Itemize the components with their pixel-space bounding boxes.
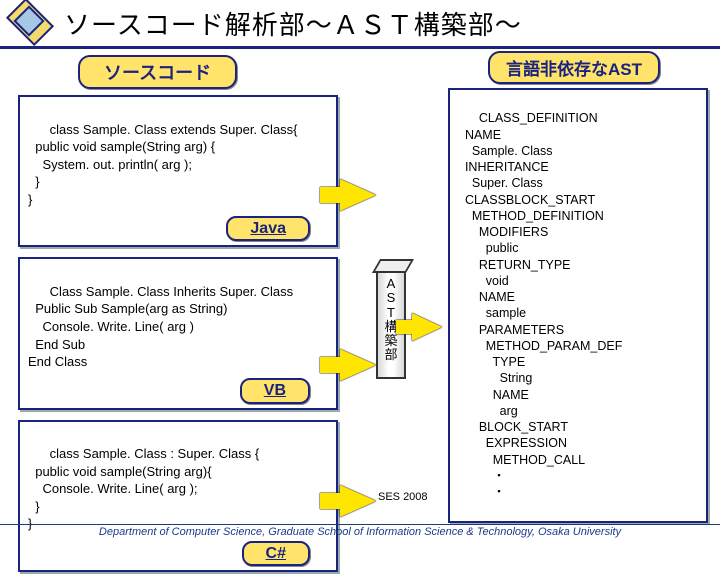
- code-text: Class Sample. Class Inherits Super. Clas…: [28, 284, 293, 369]
- ast-output-badge: 言語非依存なAST: [488, 51, 660, 84]
- code-text: class Sample. Class extends Super. Class…: [28, 122, 298, 207]
- logo-icon: [8, 4, 52, 42]
- ses-label: SES 2008: [378, 491, 428, 503]
- ast-tree-box: CLASS_DEFINITION NAME Sample. Class INHE…: [448, 88, 708, 523]
- footer-text: Department of Computer Science, Graduate…: [0, 524, 720, 538]
- code-box-csharp: class Sample. Class : Super. Class { pub…: [18, 420, 338, 572]
- lang-tag-vb: VB: [240, 378, 310, 404]
- source-code-column: ソースコード class Sample. Class extends Super…: [18, 55, 338, 582]
- code-box-java: class Sample. Class extends Super. Class…: [18, 95, 338, 247]
- code-text: class Sample. Class : Super. Class { pub…: [28, 446, 259, 531]
- arrow-icon: [340, 349, 376, 381]
- lang-tag-java: Java: [226, 216, 310, 242]
- ast-output-column: 言語非依存なAST CLASS_DEFINITION NAME Sample. …: [448, 51, 708, 523]
- lang-tag-csharp: C#: [242, 541, 310, 567]
- arrow-icon: [412, 313, 442, 341]
- code-box-vb: Class Sample. Class Inherits Super. Clas…: [18, 257, 338, 409]
- title-bar: ソースコード解析部～ＡＳＴ構築部～: [0, 0, 720, 49]
- arrow-icon: [340, 485, 376, 517]
- page-title: ソースコード解析部～ＡＳＴ構築部～: [64, 5, 522, 42]
- arrow-icon: [340, 179, 376, 211]
- content-area: ソースコード class Sample. Class extends Super…: [0, 49, 720, 529]
- ast-tree-text: CLASS_DEFINITION NAME Sample. Class INHE…: [458, 111, 622, 499]
- source-code-badge: ソースコード: [78, 55, 237, 89]
